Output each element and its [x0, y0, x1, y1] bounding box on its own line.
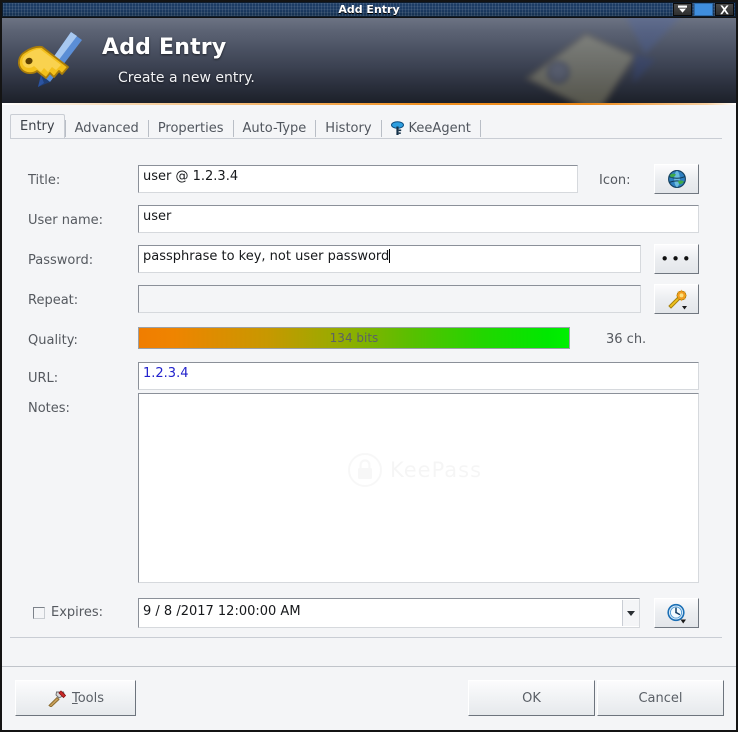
tab-properties[interactable]: Properties: [149, 117, 233, 139]
repeat-label: Repeat:: [28, 293, 79, 308]
expires-dropdown-arrow[interactable]: [622, 600, 639, 626]
tabpanel-top-border: [10, 138, 722, 139]
password-quality-bar: 134 bits: [138, 327, 570, 349]
window-title: Add Entry: [338, 3, 400, 16]
expires-label: Expires:: [51, 605, 103, 620]
tab-history-label: History: [325, 120, 372, 136]
notes-textarea[interactable]: [138, 393, 699, 583]
url-input[interactable]: 1.2.3.4: [138, 362, 699, 390]
banner-ghost-graphic: [523, 18, 681, 103]
generate-password-button[interactable]: [654, 284, 699, 314]
window-titlebar[interactable]: Add Entry: [0, 0, 738, 18]
password-value: passphrase to key, not user password: [143, 249, 390, 264]
username-label: User name:: [28, 213, 104, 228]
add-entry-dialog: Add Entry Add Entry Create a new entry. …: [0, 0, 738, 732]
minimize-icon: [678, 5, 687, 13]
key-with-pen-icon: [18, 32, 82, 87]
expires-datetime-input[interactable]: 9 / 8 /2017 12:00:00 AM: [138, 598, 640, 628]
tab-entry[interactable]: Entry: [10, 114, 65, 139]
globe-icon: [667, 170, 686, 188]
tab-divider: [479, 120, 481, 137]
tab-history[interactable]: History: [316, 117, 380, 139]
key-generator-icon: [667, 289, 687, 309]
dialog-body: Entry Advanced Properties Auto-Type Hist…: [2, 105, 736, 730]
banner-subtitle: Create a new entry.: [118, 70, 255, 86]
title-input[interactable]: user @ 1.2.3.4: [138, 165, 578, 193]
hammer-wrench-icon: [48, 689, 66, 707]
expires-preset-button[interactable]: [654, 598, 699, 628]
cancel-button[interactable]: Cancel: [597, 680, 724, 716]
tools-button-label: Tools: [72, 691, 104, 706]
username-input[interactable]: user: [138, 205, 699, 233]
minimize-button[interactable]: [673, 3, 692, 16]
tab-keeagent[interactable]: KeeAgent: [382, 117, 480, 139]
dialog-footer: Tools OK Cancel: [2, 666, 736, 730]
url-label: URL:: [28, 371, 59, 386]
tab-properties-label: Properties: [157, 120, 224, 136]
password-input[interactable]: passphrase to key, not user password: [138, 245, 641, 273]
tabstrip: Entry Advanced Properties Auto-Type Hist…: [10, 114, 481, 139]
icon-picker-button[interactable]: [654, 164, 699, 194]
tab-advanced-label: Advanced: [74, 120, 139, 136]
tabpanel-bottom-border: [10, 637, 722, 638]
tab-advanced[interactable]: Advanced: [66, 117, 148, 139]
close-button[interactable]: [715, 3, 734, 16]
expires-checkbox[interactable]: [33, 607, 45, 619]
tab-keeagent-label: KeeAgent: [408, 120, 471, 136]
tab-auto-type[interactable]: Auto-Type: [234, 117, 316, 139]
close-icon: [720, 4, 729, 14]
banner-title: Add Entry: [102, 35, 227, 60]
title-label: Title:: [28, 173, 61, 188]
quality-label: Quality:: [28, 333, 78, 348]
toggle-password-label: •••: [660, 249, 693, 268]
icon-label: Icon:: [599, 173, 631, 188]
clock-icon: [667, 603, 686, 623]
toggle-password-button[interactable]: •••: [654, 244, 699, 274]
quality-bits-text: 134 bits: [329, 331, 379, 345]
tab-entry-label: Entry: [20, 119, 55, 134]
titlebar-inner: Add Entry: [2, 2, 736, 17]
ok-button-label: OK: [522, 690, 541, 706]
cancel-button-label: Cancel: [638, 690, 683, 706]
repeat-input[interactable]: [138, 285, 641, 313]
quality-chars-text: 36 ch.: [606, 332, 647, 347]
maximize-icon: [698, 5, 709, 14]
ok-button[interactable]: OK: [468, 680, 595, 716]
text-caret: [389, 249, 391, 263]
keeagent-key-icon: [390, 120, 404, 136]
tools-button[interactable]: Tools: [15, 680, 136, 716]
expires-datetime-value: 9 / 8 /2017 12:00:00 AM: [143, 604, 301, 619]
window-controls: [673, 3, 734, 16]
password-label: Password:: [28, 253, 94, 268]
tab-auto-type-label: Auto-Type: [242, 120, 307, 136]
maximize-button[interactable]: [694, 3, 713, 16]
tools-rest: ools: [77, 690, 105, 706]
dialog-banner: Add Entry Create a new entry.: [2, 18, 736, 103]
notes-label: Notes:: [28, 401, 70, 416]
